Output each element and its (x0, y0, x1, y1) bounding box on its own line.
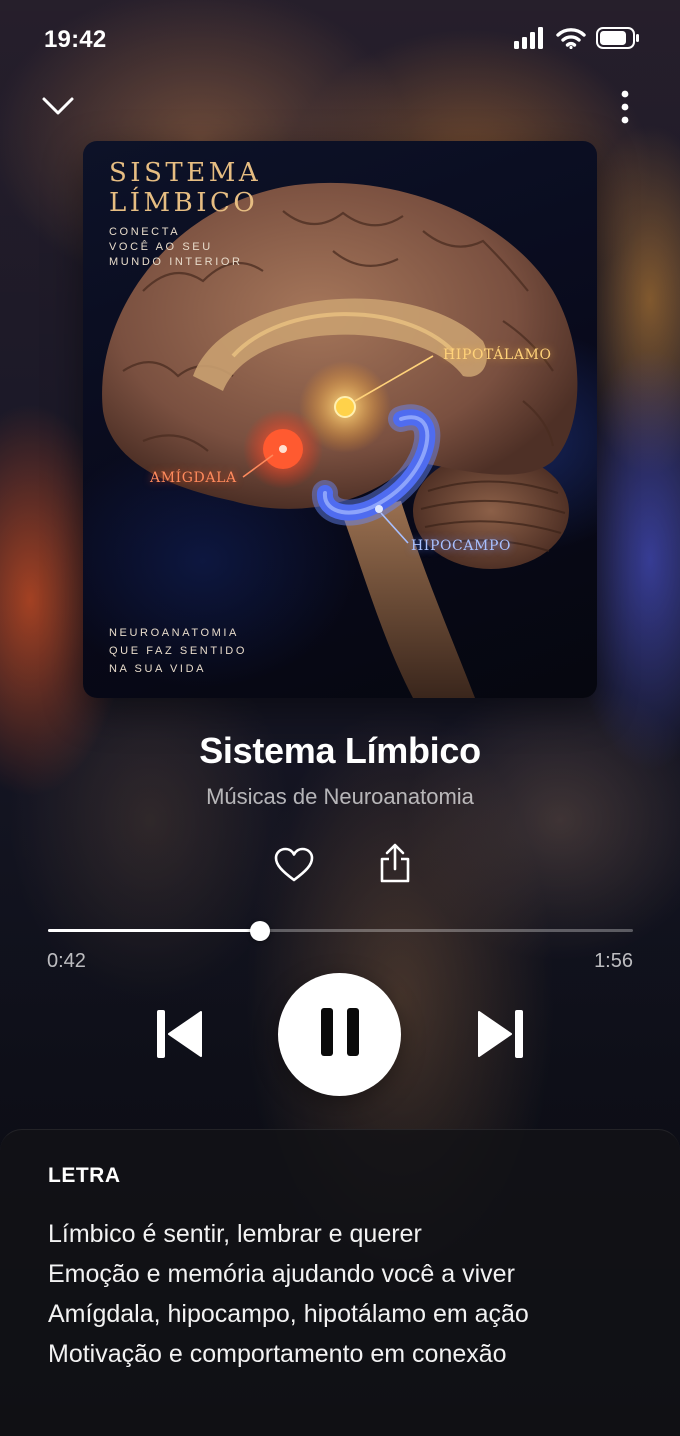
heart-icon (274, 847, 314, 888)
lyric-line: Límbico é sentir, lembrar e querer (48, 1220, 422, 1248)
status-icons (514, 27, 640, 54)
label-hipocampo: HIPOCAMPO (411, 538, 512, 554)
next-track-button[interactable] (468, 1005, 532, 1067)
status-time: 19:42 (44, 26, 107, 53)
lyric-line: Motivação e comportamento em conexão (48, 1340, 507, 1368)
progress-slider[interactable] (48, 921, 633, 941)
like-button[interactable] (272, 845, 316, 889)
status-bar: 19:42 (0, 0, 680, 80)
signal-icon (514, 27, 546, 54)
track-artist[interactable]: Músicas de Neuroanatomia (0, 784, 680, 810)
lyrics-lines: Límbico é sentir, lembrar e querer Emoçã… (48, 1214, 529, 1374)
more-options-button[interactable] (604, 88, 646, 130)
previous-track-button[interactable] (148, 1005, 212, 1067)
label-amigdala: AMÍGDALA (150, 470, 237, 486)
progress-thumb[interactable] (249, 921, 270, 941)
pause-button[interactable] (278, 973, 401, 1096)
more-vertical-icon (620, 90, 630, 129)
wifi-icon (556, 27, 586, 54)
pause-icon (320, 1008, 359, 1061)
total-time: 1:56 (594, 950, 633, 972)
lyric-line: Emoção e memória ajudando você a viver (48, 1260, 515, 1288)
label-hipotalamo: HIPOTÁLAMO (443, 347, 552, 363)
skip-previous-icon (155, 1008, 205, 1065)
album-art-footer: NEUROANATOMIA QUE FAZ SENTIDO NA SUA VID… (109, 627, 248, 675)
battery-icon (596, 27, 640, 54)
progress-fill (48, 929, 260, 932)
album-art-tagline: CONECTA VOCÊ AO SEU MUNDO INTERIOR (109, 226, 243, 268)
elapsed-time: 0:42 (47, 950, 86, 972)
album-art-title: SISTEMA LÍMBICO (109, 158, 262, 218)
share-icon (378, 843, 412, 888)
lyric-line: Amígdala, hipocampo, hipotálamo em ação (48, 1300, 529, 1328)
collapse-player-button[interactable] (36, 90, 80, 126)
share-button[interactable] (373, 842, 417, 888)
lyrics-panel[interactable]: LETRA Límbico é sentir, lembrar e querer… (0, 1129, 680, 1436)
chevron-down-icon (41, 96, 75, 121)
skip-next-icon (475, 1008, 525, 1065)
track-title: Sistema Límbico (199, 730, 481, 771)
album-art: SISTEMA LÍMBICO CONECTA VOCÊ AO SEU MUND… (83, 141, 597, 698)
lyrics-heading: LETRA (48, 1164, 121, 1187)
